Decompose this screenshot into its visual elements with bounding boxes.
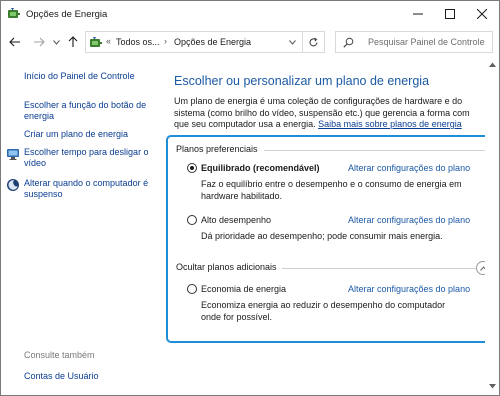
title-bar: Opções de Energia (1, 1, 499, 27)
moon-icon (7, 179, 19, 191)
back-button[interactable] (7, 33, 23, 51)
up-button[interactable] (65, 33, 81, 51)
breadcrumb-power-options[interactable]: Opções de Energia (174, 37, 251, 47)
plan-power-saver-description: Economiza energia ao reduzir o desempenh… (201, 300, 446, 322)
hidden-plans-heading: Ocultar planos adicionais (176, 262, 277, 272)
forward-button[interactable] (31, 33, 47, 51)
breadcrumb-overflow[interactable]: « (106, 36, 111, 46)
address-dropdown-button[interactable] (286, 37, 298, 47)
chevron-down-icon (52, 39, 60, 45)
minimize-icon (413, 13, 423, 15)
sidebar: Início do Painel de Controle Escolher a … (1, 57, 166, 395)
scroll-down-button[interactable] (487, 381, 497, 391)
vertical-scrollbar[interactable] (485, 57, 499, 395)
preferred-divider (264, 150, 486, 151)
search-box[interactable]: Pesquisar Painel de Controle (335, 31, 493, 53)
refresh-icon (309, 37, 318, 46)
preferred-plans-heading: Planos preferenciais (176, 144, 258, 154)
arrow-left-icon (9, 37, 20, 47)
sidebar-item-create-plan[interactable]: Criar um plano de energia (24, 129, 164, 140)
control-panel-icon (90, 37, 102, 47)
plan-high-performance-radio[interactable] (187, 215, 197, 225)
plan-balanced-description: Faz o equilíbrio entre o desempenho e o … (201, 179, 462, 201)
plan-balanced-name[interactable]: Equilibrado (recomendável) (201, 163, 320, 173)
chevron-down-icon (288, 39, 296, 45)
sidebar-item-control-panel-home[interactable]: Início do Painel de Controle (24, 71, 164, 82)
triangle-down-icon (488, 383, 496, 388)
breadcrumb-arrow[interactable]: › (164, 36, 167, 46)
arrow-up-icon (68, 36, 78, 47)
page-title: Escolher ou personalizar um plano de ene… (174, 74, 430, 88)
search-placeholder: Pesquisar Painel de Controle (368, 37, 485, 47)
refresh-button[interactable] (303, 31, 325, 53)
search-icon (343, 37, 354, 48)
power-options-icon (8, 8, 20, 18)
plan-power-saver-name[interactable]: Economia de energia (201, 284, 286, 294)
plan-high-performance-description: Dá prioridade ao desempenho; pode consum… (201, 231, 443, 241)
sidebar-item-display-off[interactable]: Escolher tempo para desligar o vídeo (24, 147, 164, 169)
maximize-button[interactable] (435, 3, 465, 25)
monitor-icon (7, 149, 19, 160)
close-icon (477, 9, 487, 19)
plan-power-saver-radio[interactable] (187, 284, 197, 294)
scroll-up-button[interactable] (487, 59, 497, 69)
plan-balanced-change-link[interactable]: Alterar configurações do plano (348, 163, 470, 173)
breadcrumb-all-items[interactable]: Todos os... (116, 37, 160, 47)
sidebar-item-sleep[interactable]: Alterar quando o computador é suspenso (24, 178, 164, 200)
maximize-icon (445, 9, 455, 19)
arrow-right-icon (34, 37, 45, 47)
plan-high-performance-name[interactable]: Alto desempenho (201, 215, 271, 225)
recent-locations-button[interactable] (51, 33, 61, 51)
hidden-divider (282, 268, 476, 269)
power-options-window: Opções de Energia « Todos os... › Opções… (0, 0, 500, 396)
minimize-button[interactable] (403, 3, 433, 25)
sidebar-item-power-button[interactable]: Escolher a função do botão de energia (24, 100, 164, 122)
close-button[interactable] (467, 3, 497, 25)
window-title: Opções de Energia (26, 9, 108, 20)
plans-panel: Planos preferenciais Equilibrado (recome… (166, 135, 493, 343)
plan-power-saver-change-link[interactable]: Alterar configurações do plano (348, 284, 470, 294)
plan-balanced-radio[interactable] (187, 163, 197, 173)
learn-more-link[interactable]: Saiba mais sobre planos de energia (318, 119, 462, 129)
page-description: Um plano de energia é uma coleção de con… (174, 96, 484, 131)
see-also-heading: Consulte também (24, 350, 95, 360)
address-row: « Todos os... › Opções de Energia Pesqui… (1, 29, 499, 55)
plan-high-performance-change-link[interactable]: Alterar configurações do plano (348, 215, 470, 225)
triangle-up-icon (488, 62, 496, 67)
sidebar-item-user-accounts[interactable]: Contas de Usuário (24, 371, 164, 382)
address-bar[interactable]: « Todos os... › Opções de Energia (85, 31, 303, 53)
